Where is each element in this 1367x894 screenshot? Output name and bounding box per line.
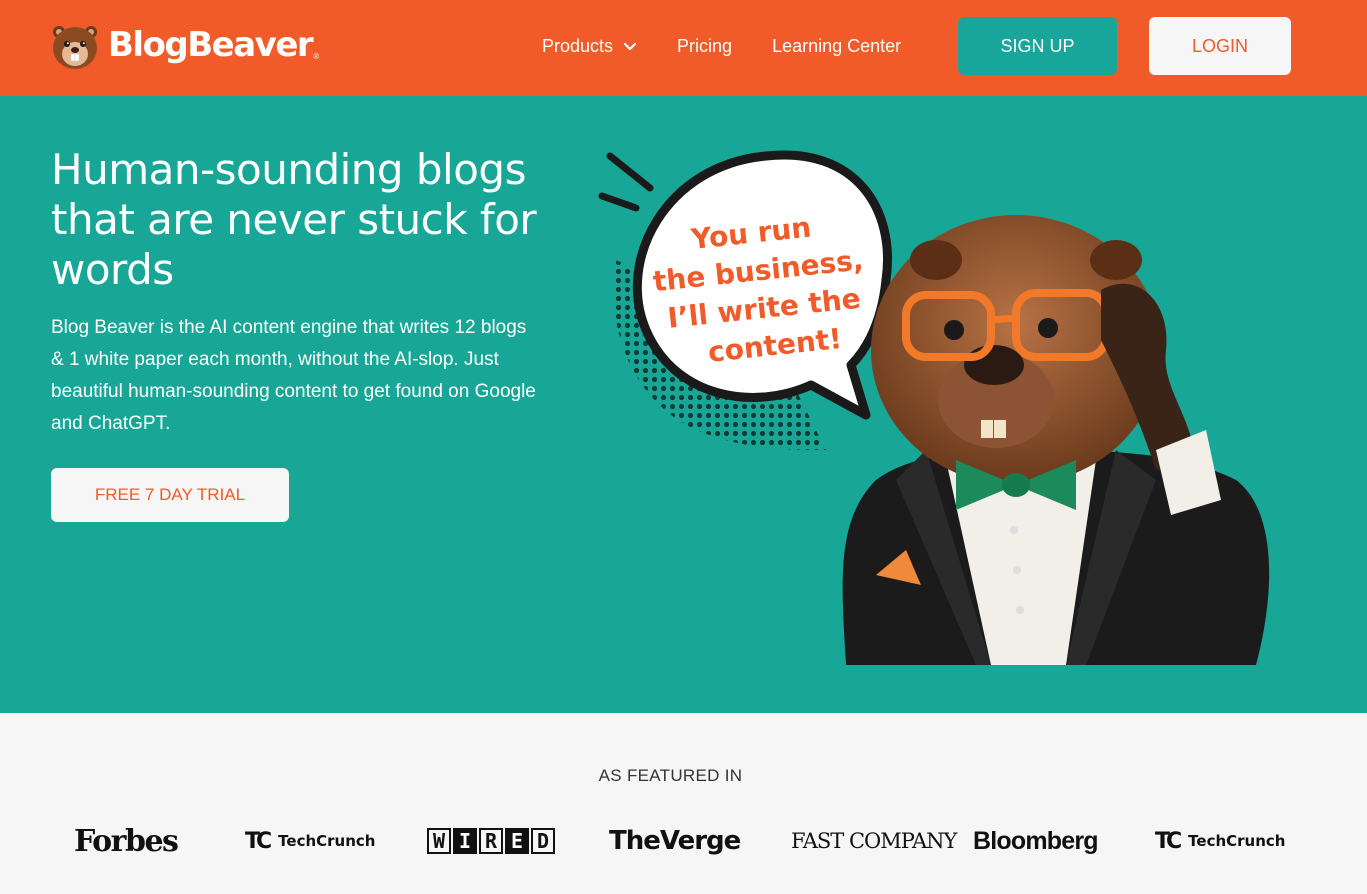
logo-bloomberg: Bloomberg (973, 826, 1099, 855)
hero-title: Human-sounding blogs that are never stuc… (51, 145, 537, 294)
site-header: BlogBeaver ® Products Pricing Learning C… (0, 0, 1367, 96)
logo-forbes: Forbes (74, 823, 179, 859)
registered-mark: ® (313, 51, 320, 61)
press-logos: Forbes TC TechCrunch W I R E D TheVerge … (0, 821, 1367, 861)
login-button[interactable]: LOGIN (1149, 17, 1291, 75)
techcrunch-mark-icon: TC (245, 828, 272, 854)
brand-name: BlogBeaver (108, 25, 314, 65)
nav-products-label: Products (542, 36, 614, 56)
logo-techcrunch: TC TechCrunch (245, 821, 375, 861)
wired-letter: R (479, 828, 503, 854)
wired-letter: E (505, 828, 529, 854)
featured-section: AS FEATURED IN Forbes TC TechCrunch W I … (0, 713, 1367, 894)
hero-section: Human-sounding blogs that are never stuc… (0, 96, 1367, 713)
logo-wired: W I R E D (427, 821, 555, 861)
nav-learning-center-label: Learning Center (772, 36, 902, 56)
nav-pricing[interactable]: Pricing (677, 36, 732, 57)
techcrunch-mark-icon: TC (1155, 828, 1182, 854)
beaver-logo-icon (53, 26, 97, 69)
wired-letter: W (427, 828, 451, 854)
hero-subtitle: Blog Beaver is the AI content engine tha… (51, 317, 536, 434)
nav-products[interactable]: Products (542, 36, 637, 57)
logo-techcrunch-2: TC TechCrunch (1155, 821, 1285, 861)
logo-fast-company: FAST COMPANY (791, 829, 957, 853)
featured-label: AS FEATURED IN (598, 766, 743, 785)
beaver-figure (842, 215, 1270, 665)
chevron-down-icon (623, 42, 637, 50)
logo-the-verge: TheVerge (609, 826, 741, 856)
main-nav: Products Pricing Learning Center (542, 36, 901, 57)
signup-button[interactable]: SIGN UP (958, 17, 1117, 75)
nav-learning-center[interactable]: Learning Center (772, 36, 901, 57)
logo-techcrunch-label: TechCrunch (1188, 832, 1286, 850)
brand-logo[interactable]: BlogBeaver ® (50, 21, 319, 71)
beaver-mascot-illustration: You run the business, I’ll write the con… (598, 150, 1270, 665)
wired-letter: I (453, 828, 477, 854)
logo-techcrunch-label: TechCrunch (278, 832, 376, 850)
nav-pricing-label: Pricing (677, 36, 733, 56)
wired-letter: D (531, 828, 555, 854)
free-trial-button[interactable]: FREE 7 DAY TRIAL (51, 468, 289, 522)
